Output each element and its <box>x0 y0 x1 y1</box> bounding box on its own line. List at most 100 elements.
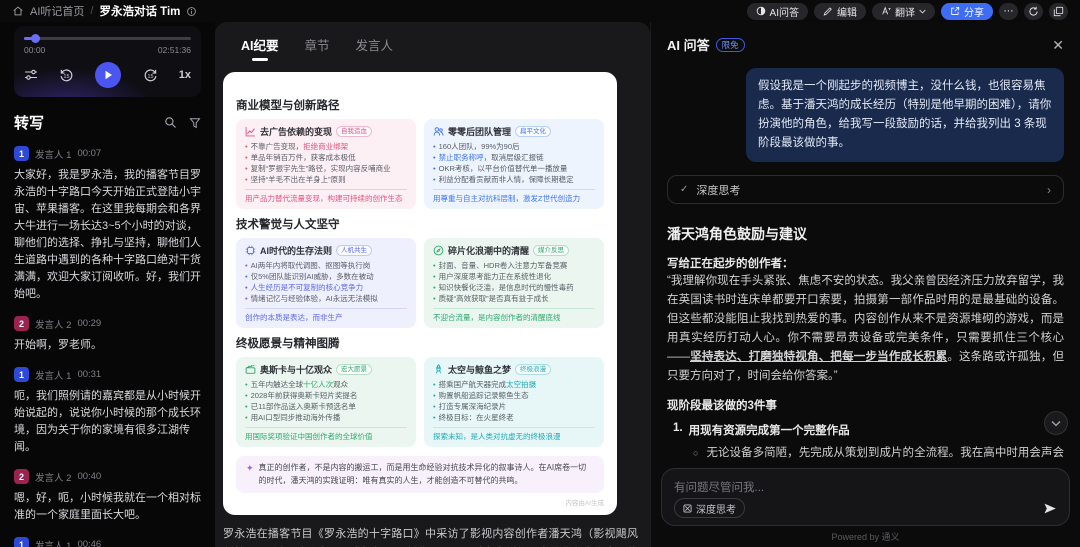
tab-speakers[interactable]: 发言人 <box>356 35 394 63</box>
card-bullet: 仅5%团队能识别AI威胁，多数在被动 <box>245 271 407 282</box>
speaker-name: 发言人 1 <box>35 538 71 547</box>
breadcrumb: AI听记首页 / 罗永浩对话 Tim <box>12 3 197 19</box>
film-icon <box>245 364 256 375</box>
summary-tabs: AI纪要 章节 发言人 <box>215 22 650 70</box>
speaker-name: 发言人 2 <box>35 317 71 331</box>
transcript-filter-button[interactable] <box>189 117 201 129</box>
app-window: AI听记首页 / 罗永浩对话 Tim AI问答 编辑 翻译 分享 <box>0 0 1080 547</box>
section-heading: 技术警觉与人文坚守 <box>236 216 604 232</box>
answer-salutation: 写给正在起步的创作者： <box>667 255 1064 271</box>
card-footer: 用产品力替代流量变现，构建可持续的创作生态 <box>245 189 407 204</box>
card-bullet: 终极目标：在火星终老 <box>433 412 595 423</box>
elapsed-time: 00:00 <box>24 45 45 55</box>
deep-think-collapsed-row[interactable]: ✓ 深度思考 › <box>667 175 1064 204</box>
answer-list: 1.用现有资源完成第一个完整作品 无论设备多简陋，先完成从策划到成片的全流程。我… <box>667 422 1064 461</box>
card-bullet: 质疑“高效获取”是否真有益于成长 <box>433 293 595 304</box>
card-bullet: 2028年前获得奥斯卡短片奖提名 <box>245 390 407 401</box>
summary-panel: AI纪要 章节 发言人 商业模型与创新路径 去广告依赖的变现 自我造血 不靠广告… <box>215 22 650 547</box>
team-icon <box>433 126 444 137</box>
tab-ai-minutes[interactable]: AI纪要 <box>241 35 279 63</box>
input-placeholder: 有问题尽管问我... <box>674 479 1057 495</box>
translate-button[interactable]: 翻译 <box>872 3 935 20</box>
answer-heading: 潘天鸿角色鼓励与建议 <box>667 224 1064 244</box>
pencil-icon <box>823 6 833 16</box>
qa-conversation: 假设我是一个刚起步的视频博主，没什么钱，也很容易焦虑。基于潘天鸿的成长经历（特别… <box>651 60 1080 461</box>
transcript-entry[interactable]: 2 发言人 2 00:29 开始啊，罗老师。 <box>14 316 201 354</box>
clipped-content <box>236 80 604 90</box>
section-heading: 终极愿景与精神图腾 <box>236 335 604 351</box>
progress-bar[interactable] <box>24 34 191 43</box>
total-duration: 02:51:36 <box>158 45 191 55</box>
entry-header: 1 发言人 1 00:31 <box>14 367 201 382</box>
forward-15-button[interactable]: 15 <box>143 68 158 83</box>
ai-generated-watermark: 内容由AI生成 <box>236 497 604 507</box>
audio-player: 00:00 02:51:36 15 15 1x <box>14 26 201 97</box>
ai-qa-panel: AI 问答 限免 ✕ 假设我是一个刚起步的视频博主，没什么钱，也很容易焦虑。基于… <box>650 22 1080 547</box>
insight-card-monetization: 去广告依赖的变现 自我造血 不靠广告变现，拒绝商业绑架 单品年销百万件，获客成本… <box>236 119 416 209</box>
share-button[interactable]: 分享 <box>941 3 993 20</box>
svg-text:15: 15 <box>64 73 70 79</box>
ai-qa-button[interactable]: AI问答 <box>747 3 808 20</box>
transcript-header: 转写 <box>14 112 201 133</box>
card-bullet: 购置帆船追踪记录鲸鱼生态 <box>433 390 595 401</box>
card-bullet: 人生经历是不可复制的核心竞争力 <box>245 282 407 293</box>
qa-header: AI 问答 限免 ✕ <box>651 22 1080 54</box>
info-icon[interactable] <box>186 6 197 17</box>
card-badge: 自我造血 <box>336 126 372 137</box>
insight-card-space: 太空与鲸鱼之梦 终极浪漫 搭乘国产航天器完成太空拍摄 购置帆船追踪记录鲸鱼生态 … <box>424 357 604 447</box>
entry-text: 呃，我们照例请的嘉宾都是从小时候开始说起的，说说你小时候的那个成长环境，因为关于… <box>14 388 201 456</box>
refresh-icon <box>1028 6 1039 17</box>
answer-list-heading: 现阶段最该做的3件事 <box>667 397 1064 413</box>
card-bullet: 复制“罗振宇先生”路径，实现内容反哺商业 <box>245 163 407 174</box>
card-bullet: 坚持“羊毛不出在羊身上”原则 <box>245 174 407 185</box>
tab-chapters[interactable]: 章节 <box>305 35 330 63</box>
transcript-entry[interactable]: 1 发言人 1 00:31 呃，我们照例请的嘉宾都是从小时候开始说起的，说说你小… <box>14 367 201 456</box>
send-button[interactable] <box>1043 502 1057 515</box>
speaker-badge: 1 <box>14 146 29 161</box>
ai-qa-label: AI问答 <box>770 4 799 19</box>
scroll-to-bottom-button[interactable] <box>1044 411 1068 435</box>
refresh-button[interactable] <box>1024 3 1043 20</box>
transcript-entry[interactable]: 2 发言人 2 00:40 嗯，好，呃，小时候我就在一个相对标准的一个家庭里面长… <box>14 469 201 524</box>
entry-header: 1 发言人 1 00:46 <box>14 537 201 547</box>
transcript-entry[interactable]: 1 发言人 1 00:07 大家好，我是罗永浩，我的播客节目罗永浩的十字路口今天… <box>14 146 201 303</box>
more-button[interactable]: ⋯ <box>999 3 1018 20</box>
breadcrumb-root[interactable]: AI听记首页 <box>30 3 84 19</box>
edit-button[interactable]: 编辑 <box>814 3 866 20</box>
compass-icon <box>433 245 444 256</box>
card-footer: 创作的本质是表达，而非生产 <box>245 308 407 323</box>
deep-think-toggle[interactable]: 深度思考 <box>674 498 745 518</box>
search-icon <box>164 116 177 129</box>
deep-think-toggle-label: 深度思考 <box>696 501 736 516</box>
player-controls: 15 15 1x <box>24 62 191 88</box>
playback-speed-button[interactable]: 1x <box>179 69 191 81</box>
card-bullet: OKR考核，以平台价值替代单一播放量 <box>433 163 595 174</box>
transcript-entry[interactable]: 1 发言人 1 00:46 什么叫相对标准。 <box>14 537 201 547</box>
card-bullet: AI两年内将取代调图、抠图等执行岗 <box>245 260 407 271</box>
transcript-search-button[interactable] <box>164 116 177 129</box>
card-footer: 用尊重与自主对抗科层制，激发Z世代创造力 <box>433 189 595 204</box>
sliders-icon <box>24 69 38 81</box>
audio-settings-button[interactable] <box>24 69 38 81</box>
home-icon[interactable] <box>12 5 24 17</box>
rewind-15-button[interactable]: 15 <box>59 68 74 83</box>
check-icon: ✓ <box>680 184 688 195</box>
progress-handle[interactable] <box>31 34 40 43</box>
speaker-badge: 1 <box>14 367 29 382</box>
card-footer: 探索未知，是人类对抗虚无的终极浪漫 <box>433 427 595 442</box>
card-badge: 人机共生 <box>336 245 372 256</box>
card-title: 零零后团队管理 <box>448 125 511 138</box>
chevron-down-icon <box>919 9 926 14</box>
time-row: 00:00 02:51:36 <box>24 45 191 55</box>
chevron-right-icon: › <box>1047 183 1051 197</box>
card-bullet: 禁止职务称呼，取消层级汇报链 <box>433 152 595 163</box>
insight-card-fragmentation: 碎片化浪潮中的清醒 媒介反思 封面、音量、HDR卷入注意力军备竞赛 用户深度思考… <box>424 238 604 328</box>
play-button[interactable] <box>95 62 121 88</box>
entry-text: 大家好，我是罗永浩，我的播客节目罗永浩的十字路口今天开始正式登陆小宇宙、苹果播客… <box>14 167 201 303</box>
float-window-button[interactable] <box>1049 3 1068 20</box>
question-input[interactable]: 有问题尽管问我... 深度思考 <box>661 468 1070 526</box>
card-bullet: 已11部作品送入奥斯卡预选名单 <box>245 401 407 412</box>
entry-time: 00:46 <box>77 539 101 547</box>
close-icon[interactable]: ✕ <box>1052 38 1064 52</box>
top-bar: AI听记首页 / 罗永浩对话 Tim AI问答 编辑 翻译 分享 <box>0 0 1080 22</box>
